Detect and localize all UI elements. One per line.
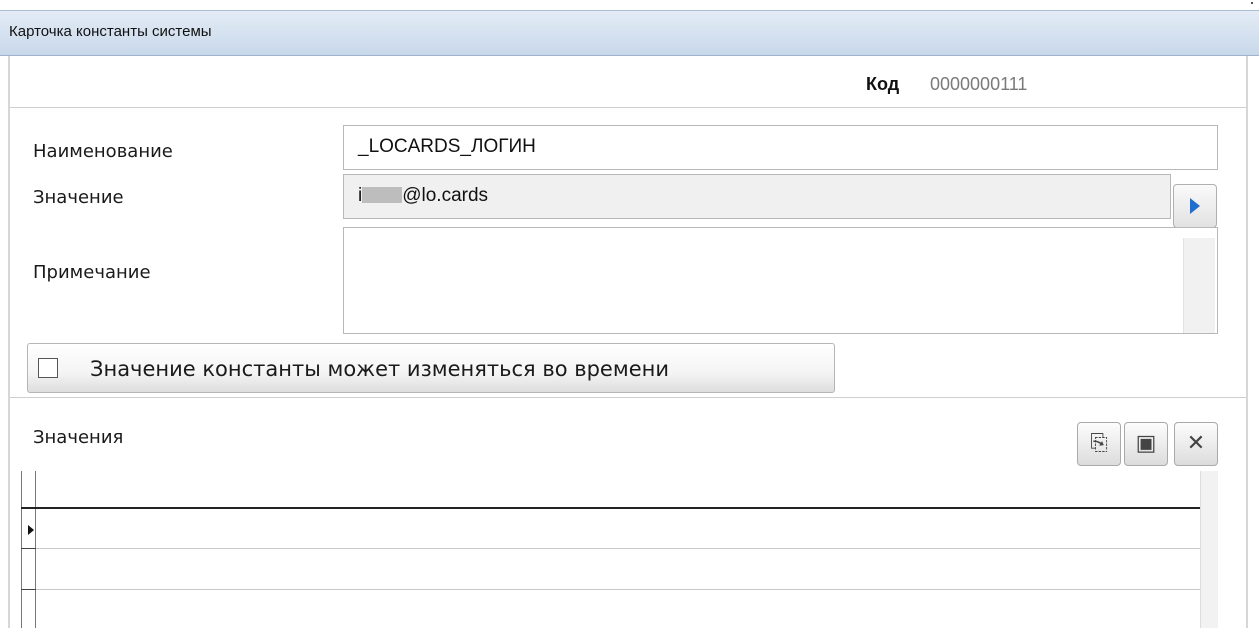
add-record-button[interactable]: ⎘ [1077, 422, 1121, 466]
window-title: Карточка константы системы [9, 23, 212, 40]
note-scrollbar[interactable] [1183, 238, 1215, 333]
edit-record-icon: ▣ [1135, 431, 1157, 456]
code-label: Код [866, 74, 900, 94]
value-label: Значение [33, 187, 124, 208]
name-input[interactable]: _LOCARDS_ЛОГИН [343, 125, 1218, 170]
grid-header-divider [21, 507, 1200, 509]
grid-scrollbar[interactable] [1200, 471, 1218, 628]
note-label: Примечание [33, 262, 151, 283]
section-divider [10, 397, 1246, 398]
value-input[interactable]: i @lo.cards [343, 174, 1171, 219]
window-frame-right [1246, 56, 1248, 628]
redacted-text [362, 187, 403, 203]
time-varying-checkbox[interactable] [38, 358, 58, 378]
values-section-title: Значения [33, 427, 124, 448]
grid-row-divider [36, 548, 1200, 549]
time-varying-toggle[interactable]: Значение константы может изменяться во в… [27, 343, 835, 393]
values-grid[interactable] [21, 471, 1200, 628]
grid-row-tick [21, 589, 36, 590]
code-value: 0000000111 [930, 74, 1028, 94]
grid-row-tick [21, 548, 36, 549]
delete-record-button[interactable]: ✕ [1174, 422, 1218, 466]
time-varying-label: Значение константы может изменяться во в… [90, 357, 669, 381]
header-divider [10, 107, 1246, 108]
play-arrow-icon [1190, 198, 1200, 214]
add-record-icon: ⎘ [1090, 431, 1108, 456]
name-input-value: _LOCARDS_ЛОГИН [358, 136, 536, 157]
delete-record-icon: ✕ [1186, 431, 1206, 456]
name-label: Наименование [33, 141, 173, 162]
value-input-suffix: @lo.cards [402, 185, 489, 206]
window-title-bar[interactable]: Карточка константы системы [0, 10, 1259, 56]
constant-card-window: Карточка константы системы Код 000000011… [0, 2, 1259, 628]
note-textarea[interactable] [343, 227, 1218, 334]
grid-row-indicator-column [21, 471, 36, 628]
edit-record-button[interactable]: ▣ [1124, 422, 1168, 466]
current-row-pointer-icon [28, 525, 34, 535]
window-frame-left [8, 56, 10, 628]
value-select-button[interactable] [1173, 184, 1217, 228]
grid-row-divider [36, 589, 1200, 590]
